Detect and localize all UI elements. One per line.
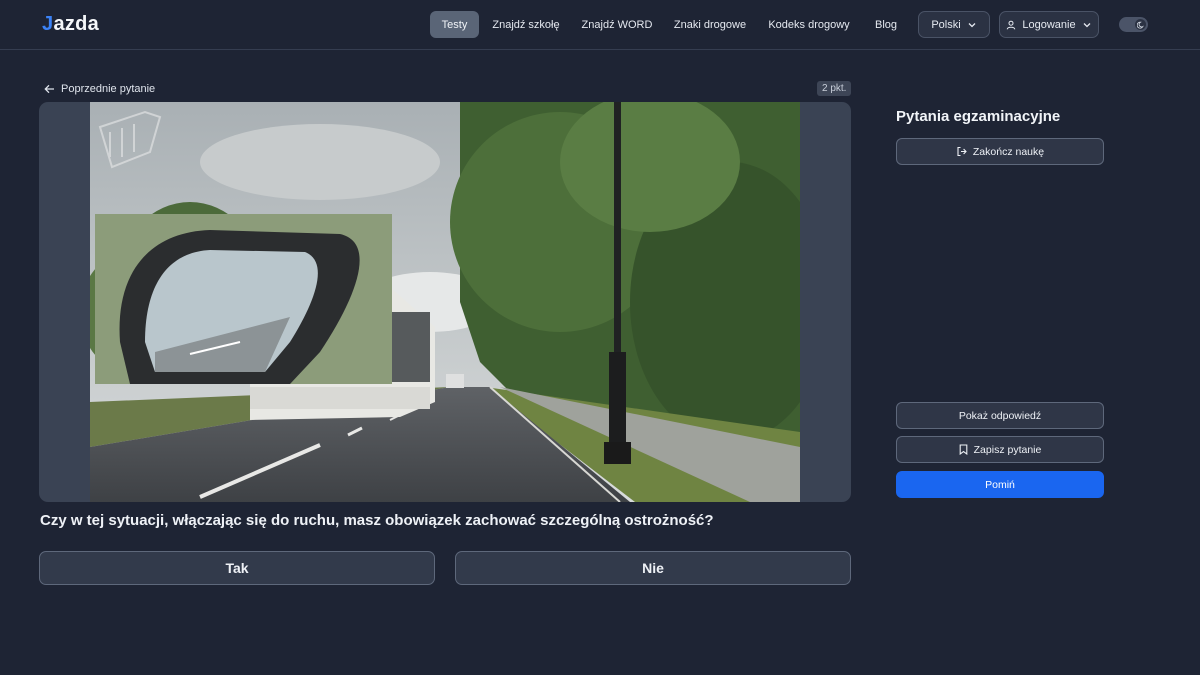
skip-button[interactable]: Pomiń: [896, 471, 1104, 498]
show-answer-button[interactable]: Pokaż odpowiedź: [896, 402, 1104, 429]
logo-text: azda: [53, 12, 100, 35]
nav-blog[interactable]: Blog: [868, 11, 904, 38]
nav-kodeks-drogowy[interactable]: Kodeks drogowy: [764, 11, 854, 38]
logo-mark: J: [42, 12, 54, 35]
chevron-down-icon: [968, 22, 976, 27]
save-question-label: Zapisz pytanie: [973, 443, 1042, 456]
end-learning-label: Zakończ naukę: [972, 145, 1045, 158]
logo[interactable]: Jazda: [42, 12, 99, 36]
language-label: Polski: [931, 18, 961, 31]
show-answer-label: Pokaż odpowiedź: [958, 409, 1042, 422]
nav-testy[interactable]: Testy: [430, 11, 479, 38]
moon-icon: [1135, 19, 1146, 30]
previous-question-label: Poprzednie pytanie: [61, 82, 156, 95]
nav-znajdz-word[interactable]: Znajdź WORD: [578, 11, 656, 38]
road-scene-image: [90, 102, 800, 502]
skip-label: Pomiń: [985, 478, 1015, 491]
end-learning-button[interactable]: Zakończ naukę: [896, 138, 1104, 165]
question-media: [39, 102, 851, 502]
panel-title: Pytania egzaminacyjne: [896, 108, 1061, 125]
points-badge: 2 pkt.: [817, 81, 852, 96]
language-select[interactable]: Polski: [918, 11, 990, 38]
theme-toggle[interactable]: [1119, 17, 1148, 32]
nav-znajdz-szkole[interactable]: Znajdź szkołę: [488, 11, 564, 38]
question-text: Czy w tej sytuacji, włączając się do ruc…: [40, 512, 714, 529]
arrow-left-icon: [44, 84, 54, 93]
top-navbar: Jazda Testy Znajdź szkołę Znajdź WORD Zn…: [0, 0, 1200, 50]
login-button[interactable]: Logowanie: [999, 11, 1099, 38]
previous-question-link[interactable]: Poprzednie pytanie: [44, 81, 155, 96]
save-question-button[interactable]: Zapisz pytanie: [896, 436, 1104, 463]
nav-znaki-drogowe[interactable]: Znaki drogowe: [670, 11, 750, 38]
bookmark-icon: [959, 444, 967, 455]
answer-no-button[interactable]: Nie: [455, 551, 851, 585]
chevron-down-icon: [1083, 22, 1091, 27]
user-icon: [1007, 20, 1016, 30]
login-label: Logowanie: [1022, 18, 1076, 31]
logout-icon: [957, 146, 967, 157]
answer-yes-button[interactable]: Tak: [39, 551, 435, 585]
